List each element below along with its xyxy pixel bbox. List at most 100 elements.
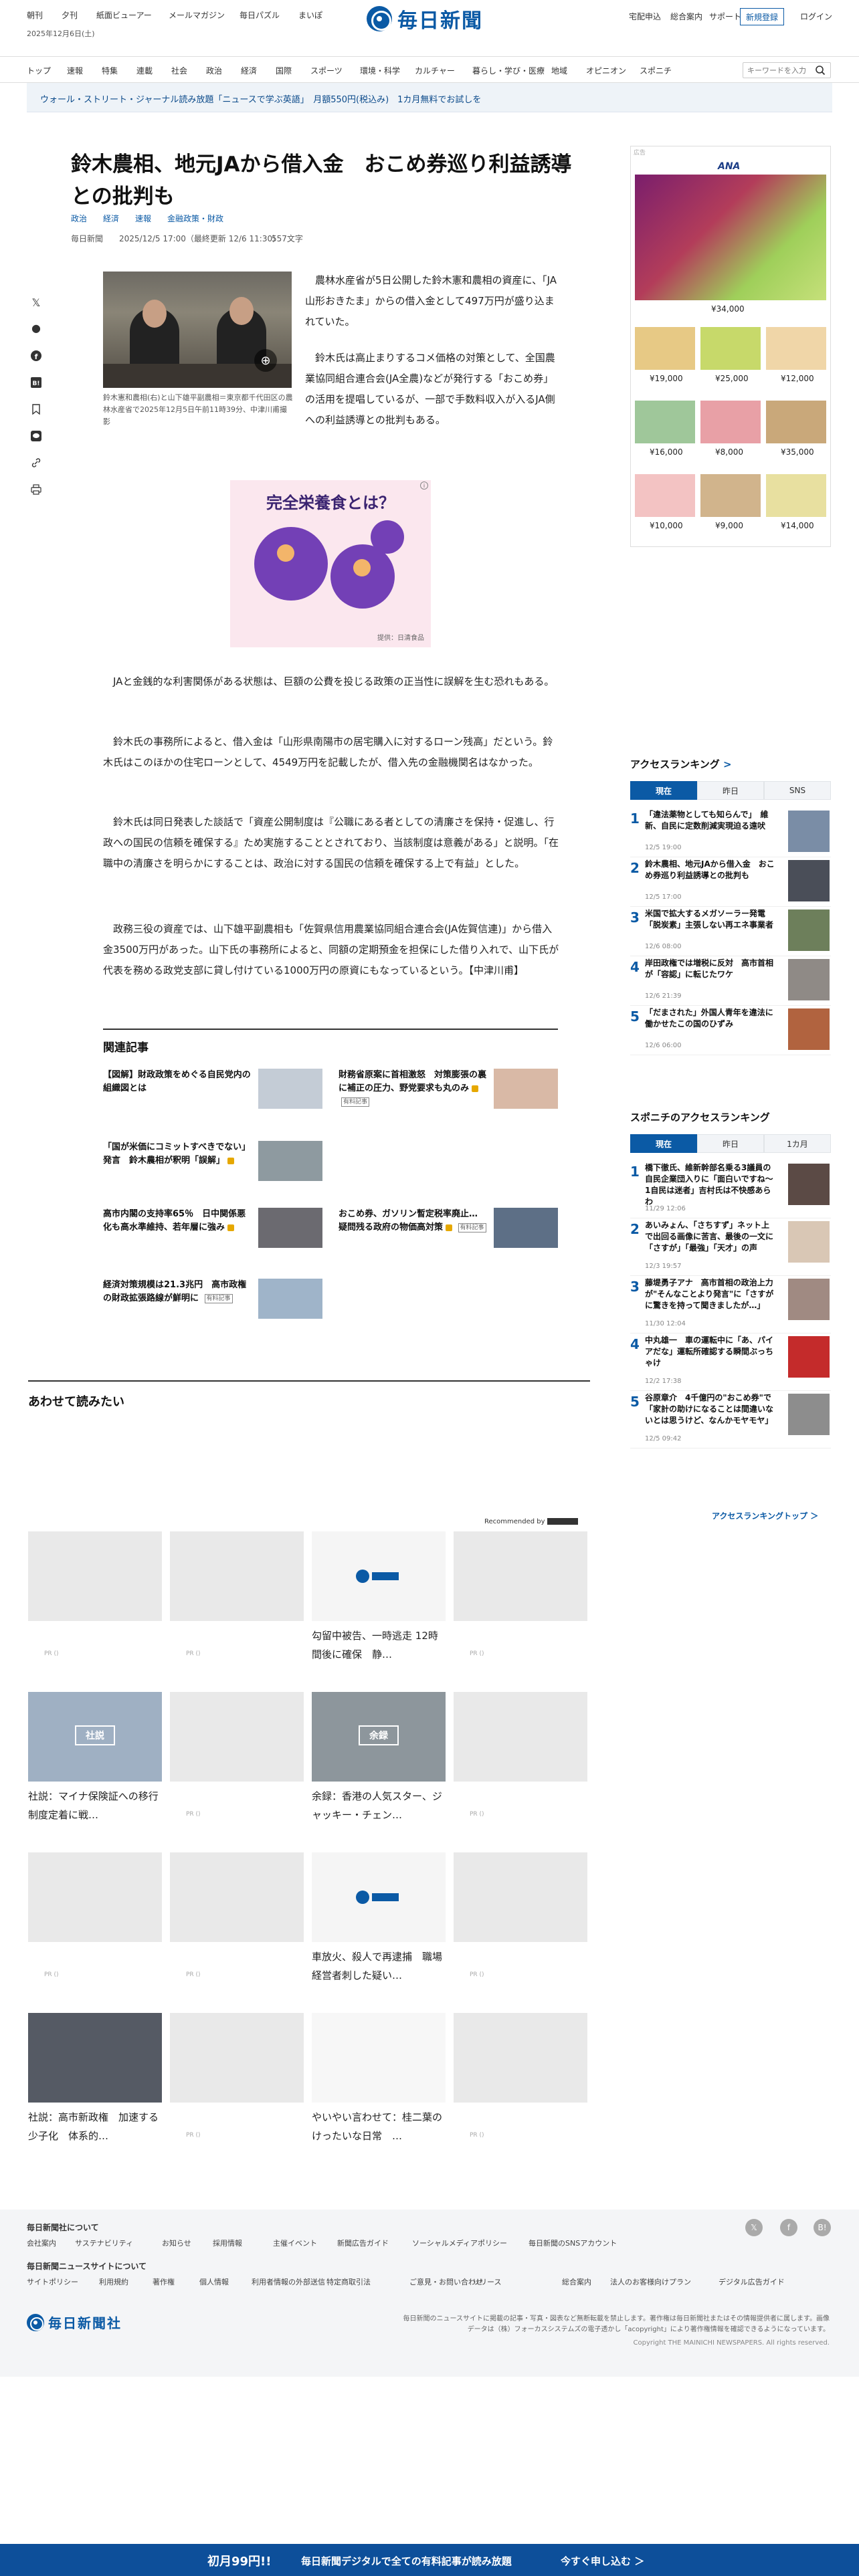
footer-link[interactable]: 会社案内 — [27, 2238, 56, 2248]
tag-fiscal[interactable]: 金融政策・財政 — [167, 213, 223, 224]
tab-month[interactable]: 1カ月 — [764, 1134, 831, 1153]
link-info[interactable]: 総合案内 — [670, 11, 702, 22]
also-read-card[interactable]: PR () — [170, 2013, 304, 2160]
login-button[interactable]: ログイン — [800, 11, 832, 22]
tag-politics[interactable]: 政治 — [71, 213, 87, 224]
nav-feature[interactable]: 特集 — [102, 65, 118, 76]
footer-link[interactable]: 採用情報 — [213, 2238, 242, 2248]
also-read-card[interactable]: 余録 余録：香港の人気スター、ジャッキー・チェン… — [312, 1692, 446, 1839]
footer-link[interactable]: 毎日新聞のSNSアカウント — [529, 2238, 617, 2248]
also-read-card[interactable]: 車放火、殺人で再逮捕 職場経営者刺した疑い… — [312, 1852, 446, 2000]
also-read-card[interactable]: PR () — [454, 1852, 587, 2000]
ranking-item[interactable]: 4 中丸雄一 車の運転中に「あ、パイアだな」運転所確認する瞬間ぶっちゃけ 12/2 … — [630, 1333, 831, 1391]
related-item[interactable]: 「国が米価にコミットすべきでない」発言 鈴木農相が釈明「誤解」 — [103, 1141, 324, 1185]
footer-link[interactable]: サイトポリシー — [27, 2276, 78, 2287]
link-copy-icon[interactable] — [28, 455, 44, 471]
footer-link[interactable]: デジタル広告ガイド — [719, 2276, 785, 2287]
related-item[interactable]: 高市内閣の支持率65％ 日中関係悪化も高水準維持、若年層に強み — [103, 1208, 324, 1252]
register-button[interactable]: 新規登録 — [740, 8, 784, 25]
nav-local[interactable]: 地域 — [551, 65, 567, 76]
sidebar-ad[interactable]: 広告 ANA ¥34,000 ¥19,000 ¥25,000 ¥12,000 ¥16,… — [630, 146, 831, 547]
hatena-icon[interactable]: B! — [814, 2219, 831, 2236]
inline-ad[interactable]: 完全栄養食とは？ 提供：日清食品 — [230, 480, 431, 647]
bookmark-icon[interactable] — [28, 401, 44, 417]
ranking-item[interactable]: 2 鈴木農相、地元JAから借入金 おこめ券巡り利益誘導との批判も 12/5 17:0… — [630, 857, 831, 907]
footer-link[interactable]: 個人情報 — [199, 2276, 229, 2287]
search-icon[interactable] — [815, 65, 826, 76]
also-read-card[interactable]: やいやい言わせて：桂二葉のけったいな日常 … — [312, 2013, 446, 2160]
x-share-icon[interactable]: 𝕏 — [28, 294, 44, 310]
facebook-icon[interactable]: f — [780, 2219, 797, 2236]
nav-sponichi[interactable]: スポニチ — [640, 65, 672, 76]
related-item[interactable]: おこめ券、ガソリン暫定税率廃止… 疑問残る政府の物価高対策 有料記事 — [339, 1208, 559, 1252]
ad-info-icon[interactable]: i — [420, 481, 428, 490]
tag-economy[interactable]: 経済 — [103, 213, 119, 224]
link-delivery[interactable]: 宅配申込 — [629, 11, 661, 22]
also-read-card[interactable]: PR () — [170, 1531, 304, 1679]
ranking-item[interactable]: 4 岸田政権では増税に反対 高市首相が「容認」に転じたワケ 12/6 21:39 — [630, 956, 831, 1006]
ranking-item[interactable]: 5 谷原章介 4千億円の"おこめ券"で「家計の助けになることは間違いないとは思うけ… — [630, 1391, 831, 1448]
footer-link[interactable]: リリース — [472, 2276, 501, 2287]
also-read-card[interactable]: PR () — [454, 2013, 587, 2160]
related-item[interactable]: 【図解】財政政策をめぐる自民党内の組織図とは — [103, 1069, 324, 1113]
footer-link[interactable]: 利用者情報の外部送信 — [252, 2276, 325, 2287]
top-link-maipo[interactable]: まいぽ — [298, 9, 322, 21]
footer-link[interactable]: 総合案内 — [562, 2276, 591, 2287]
footer-link[interactable]: 特定商取引法 — [326, 2276, 371, 2287]
footer-link[interactable]: サステナビリティ — [75, 2238, 133, 2248]
hatena-share-icon[interactable]: B! — [28, 374, 44, 391]
nav-top[interactable]: トップ — [27, 65, 51, 76]
footer-link[interactable]: 利用規約 — [99, 2276, 128, 2287]
top-link-puzzle[interactable]: 毎日パズル — [240, 9, 280, 21]
nav-society[interactable]: 社会 — [171, 65, 187, 76]
tab-now[interactable]: 現在 — [630, 781, 697, 800]
ranking-item[interactable]: 1 「違法薬物としても知らんで」 維新、自民に定数削減実現迫る遠吠 12/5 19:… — [630, 808, 831, 857]
tab-yesterday[interactable]: 昨日 — [697, 781, 764, 800]
also-read-card[interactable]: PR () — [28, 1852, 162, 2000]
footer-link[interactable]: 主催イベント — [273, 2238, 317, 2248]
link-support[interactable]: サポート — [709, 11, 741, 22]
ranking-item[interactable]: 1 橋下徹氏、維新幹部名乗る3議員の自民企業団入りに「面白いですね〜1自民は迷者」… — [630, 1161, 831, 1218]
also-read-card[interactable]: PR () — [170, 1692, 304, 1839]
nav-science[interactable]: 環境・科学 — [360, 65, 400, 76]
top-link-morning[interactable]: 朝刊 — [27, 9, 43, 21]
tab-now[interactable]: 現在 — [630, 1134, 697, 1153]
also-read-card[interactable]: PR () — [454, 1692, 587, 1839]
subscribe-banner[interactable]: 初月99円!! 毎日新聞デジタルで全ての有料記事が読み放題 今すぐ申し込む ＞ — [0, 2544, 859, 2576]
tab-yesterday[interactable]: 昨日 — [697, 1134, 764, 1153]
top-link-viewer[interactable]: 紙面ビューアー — [96, 9, 152, 21]
also-read-card[interactable]: PR () — [454, 1531, 587, 1679]
ranking-more-link[interactable]: アクセスランキングトップ ＞ — [712, 1510, 818, 1521]
top-link-mail[interactable]: メールマガジン — [169, 9, 225, 21]
footer-link[interactable]: お知らせ — [162, 2238, 191, 2248]
promo-banner[interactable]: ウォール・ストリート・ジャーナル読み放題「ニュースで学ぶ英語」 月額550円(税… — [27, 83, 832, 112]
nav-sports[interactable]: スポーツ — [310, 65, 343, 76]
line-share-icon[interactable] — [28, 428, 44, 444]
also-read-card[interactable]: PR () — [28, 1531, 162, 1679]
x-icon[interactable]: 𝕏 — [745, 2219, 763, 2236]
nav-breaking[interactable]: 速報 — [67, 65, 83, 76]
print-icon[interactable] — [28, 481, 44, 498]
nav-politics[interactable]: 政治 — [206, 65, 222, 76]
comment-icon[interactable]: ● — [28, 320, 44, 336]
also-read-card[interactable]: 勾留中被告、一時逃走 12時間後に確保 静… — [312, 1531, 446, 1679]
tab-sns[interactable]: SNS — [764, 781, 831, 800]
footer-link[interactable]: 法人のお客様向けプラン — [610, 2276, 691, 2287]
related-item[interactable]: 経済対策規模は21.3兆円 高市政権の財政拡張路線が鮮明に 有料記事 — [103, 1279, 324, 1323]
tag-breaking[interactable]: 速報 — [135, 213, 151, 224]
also-read-card[interactable]: PR () — [170, 1852, 304, 2000]
ranking-item[interactable]: 5 「だまされた」外国人青年を違法に働かせたこの国のひずみ 12/6 06:00 — [630, 1006, 831, 1055]
nav-life[interactable]: 暮らし・学び・医療 — [472, 65, 545, 76]
footer-link[interactable]: ソーシャルメディアポリシー — [412, 2238, 507, 2248]
site-logo[interactable]: 毎日新聞 — [367, 5, 483, 33]
ranking-item[interactable]: 3 米国で拡大するメガソーラー発電 「脱炭素」主張しない再エネ事業者 12/6 08… — [630, 907, 831, 956]
ranking-item[interactable]: 3 藤堤勇子アナ 高市首相の政治上力が"そんなことより発言"に「さすがに驚きを持っ… — [630, 1276, 831, 1333]
related-item[interactable]: 財務省原案に首相激怒 対策膨張の裏に補正の圧力、野党要求も丸のみ 有料記事 — [339, 1069, 559, 1113]
footer-link[interactable]: 著作権 — [153, 2276, 175, 2287]
footer-link[interactable]: 新聞広告ガイド — [337, 2238, 389, 2248]
zoom-icon[interactable]: ⊕ — [254, 349, 277, 372]
nav-series[interactable]: 連載 — [136, 65, 153, 76]
footer-logo[interactable]: 毎日新聞社 — [27, 2313, 122, 2332]
facebook-share-icon[interactable]: f — [28, 348, 44, 364]
nav-world[interactable]: 国際 — [276, 65, 292, 76]
